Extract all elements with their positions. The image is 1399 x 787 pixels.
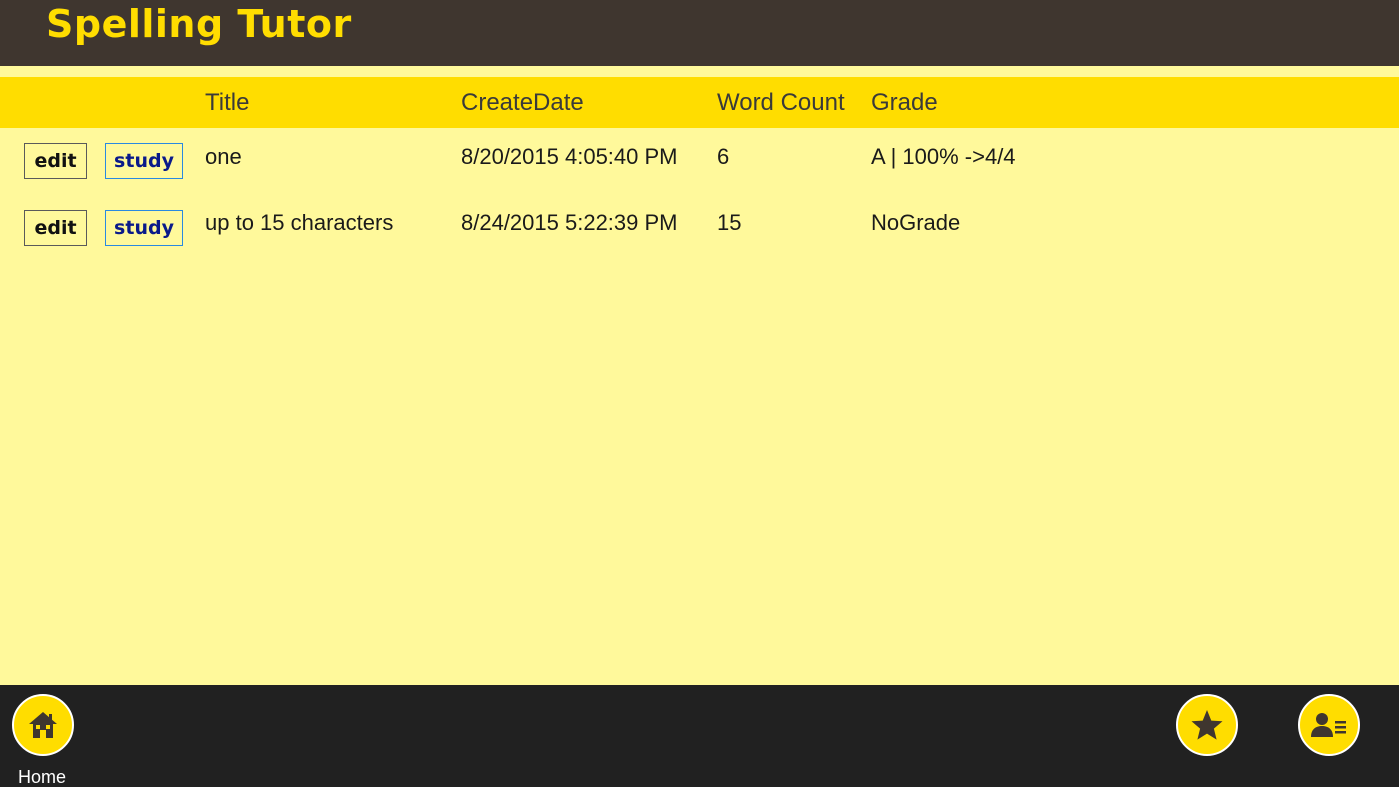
- row-title: one: [205, 144, 242, 169]
- study-button[interactable]: study: [105, 210, 183, 246]
- table-row: edit study one 8/20/2015 4:05:40 PM 6 A …: [0, 127, 1399, 183]
- edit-button[interactable]: edit: [24, 143, 87, 179]
- edit-button[interactable]: edit: [24, 210, 87, 246]
- header-spacer: [0, 66, 1399, 77]
- contact-list-button[interactable]: [1298, 694, 1360, 756]
- app-window: Spelling Tutor Title CreateDate Word Cou…: [0, 0, 1399, 787]
- row-create-date: 8/20/2015 4:05:40 PM: [461, 144, 678, 169]
- home-label: Home: [18, 767, 67, 787]
- row-word-count: 6: [717, 144, 730, 169]
- column-header-title: Title: [205, 89, 250, 116]
- home-icon: [29, 712, 57, 738]
- column-header-create-date: CreateDate: [461, 89, 584, 116]
- table-column-header: Title CreateDate Word Count Grade: [0, 77, 1399, 128]
- column-header-grade: Grade: [871, 89, 938, 116]
- app-header: Spelling Tutor: [0, 0, 1399, 66]
- app-title: Spelling Tutor: [46, 2, 352, 46]
- star-icon: [1191, 710, 1223, 740]
- home-button[interactable]: [12, 694, 74, 756]
- column-header-word-count: Word Count: [717, 89, 845, 116]
- study-button[interactable]: study: [105, 143, 183, 179]
- contact-list-icon: [1311, 713, 1346, 737]
- row-create-date: 8/24/2015 5:22:39 PM: [461, 210, 678, 235]
- table-row: edit study up to 15 characters 8/24/2015…: [0, 194, 1399, 250]
- row-title: up to 15 characters: [205, 210, 394, 235]
- favorite-button[interactable]: [1176, 694, 1238, 756]
- row-word-count: 15: [717, 210, 742, 235]
- row-grade: NoGrade: [871, 210, 961, 235]
- row-grade: A | 100% ->4/4: [871, 144, 1016, 169]
